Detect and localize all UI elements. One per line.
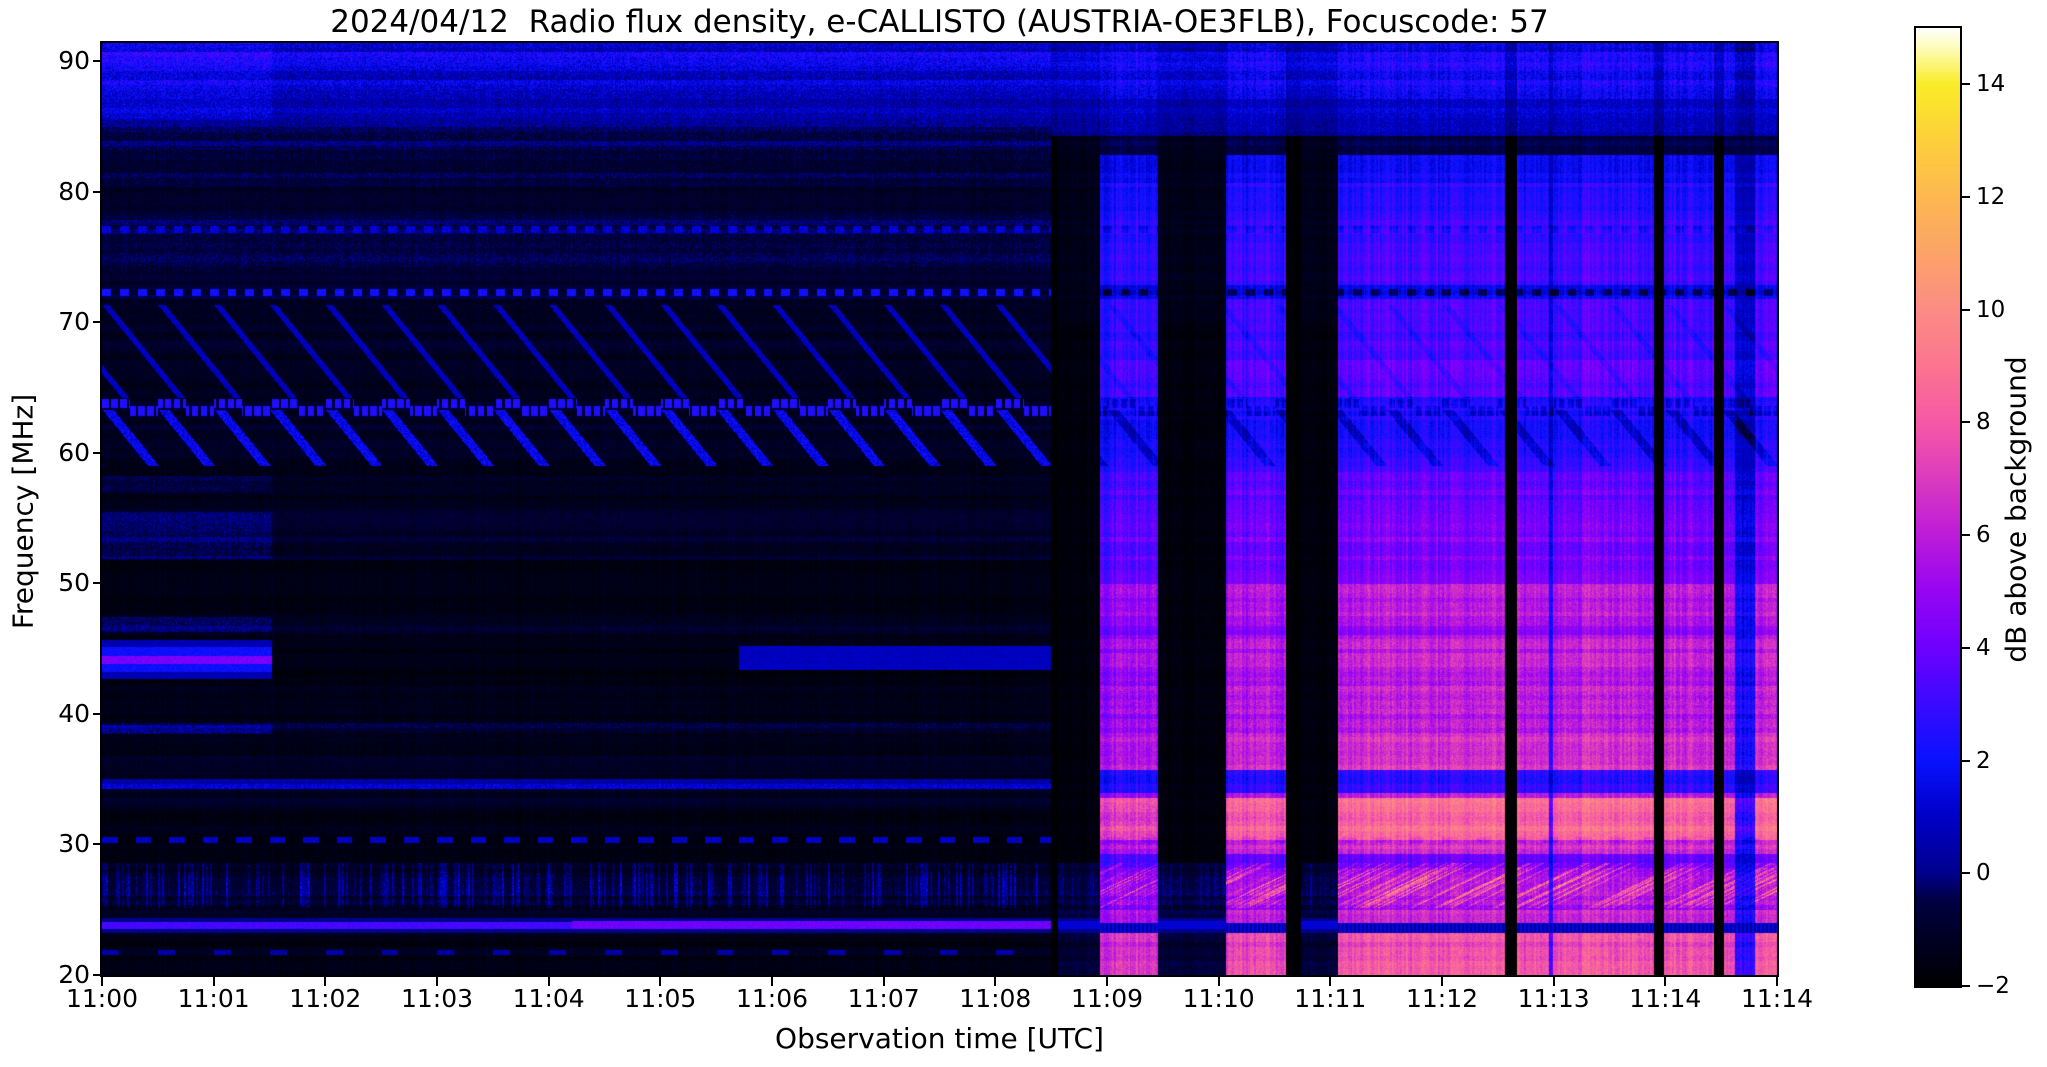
colorbar-label: dB above background <box>1999 356 2033 663</box>
x-tick-label: 11:14 <box>1629 984 1702 1013</box>
y-tick <box>93 60 102 63</box>
y-tick-label: 30 <box>58 829 90 859</box>
y-tick <box>93 582 102 585</box>
colorbar-gradient-canvas <box>1916 28 1960 986</box>
x-tick-label: 11:11 <box>1294 984 1367 1013</box>
colorbar-tick-label: 12 <box>1976 184 2006 211</box>
colorbar-tick <box>1962 985 1970 987</box>
y-tick <box>93 974 102 976</box>
colorbar-tick <box>1962 872 1970 875</box>
colorbar-tick <box>1962 83 1970 86</box>
colorbar-tick <box>1962 534 1970 537</box>
x-tick-label: 11:02 <box>289 984 362 1013</box>
colorbar-tick-label: 14 <box>1976 71 2006 98</box>
spectrogram-figure: 2024/04/12 Radio flux density, e-CALLIST… <box>0 0 2047 1067</box>
y-axis-label: Frequency [MHz] <box>6 393 40 630</box>
colorbar-tick-label: 0 <box>1976 860 1991 887</box>
x-tick-label: 11:04 <box>512 984 585 1013</box>
x-tick-label: 11:05 <box>624 984 697 1013</box>
x-tick-label: 11:08 <box>959 984 1032 1013</box>
x-tick-label: 11:03 <box>400 984 474 1013</box>
colorbar-tick <box>1962 308 1970 311</box>
y-tick <box>93 190 102 193</box>
spectrogram-plot-area <box>100 41 1779 977</box>
chart-title: 2024/04/12 Radio flux density, e-CALLIST… <box>330 4 1549 40</box>
colorbar <box>1914 26 1962 988</box>
colorbar-tick <box>1962 646 1970 649</box>
x-tick-label: 11:14 <box>1740 984 1814 1013</box>
colorbar-tick-label: −2 <box>1976 973 2010 999</box>
x-tick-label: 11:01 <box>177 984 250 1013</box>
x-tick-label: 11:10 <box>1182 984 1255 1013</box>
x-tick-label: 11:06 <box>735 984 809 1013</box>
spectrogram-canvas <box>102 43 1777 975</box>
y-tick <box>93 321 102 324</box>
colorbar-tick <box>1962 421 1970 424</box>
x-axis-label: Observation time [UTC] <box>775 1022 1104 1055</box>
y-tick-label: 90 <box>58 46 90 76</box>
x-tick-label: 11:12 <box>1405 984 1479 1013</box>
x-tick-label: 11:07 <box>847 984 920 1013</box>
colorbar-tick <box>1962 196 1970 199</box>
y-tick-label: 20 <box>58 960 90 989</box>
y-tick <box>93 451 102 454</box>
colorbar-tick <box>1962 759 1970 762</box>
y-tick <box>93 712 102 715</box>
y-tick <box>93 843 102 846</box>
x-tick-label: 11:09 <box>1070 984 1144 1013</box>
x-tick-label: 11:13 <box>1517 984 1590 1013</box>
y-tick-label: 80 <box>58 176 90 206</box>
